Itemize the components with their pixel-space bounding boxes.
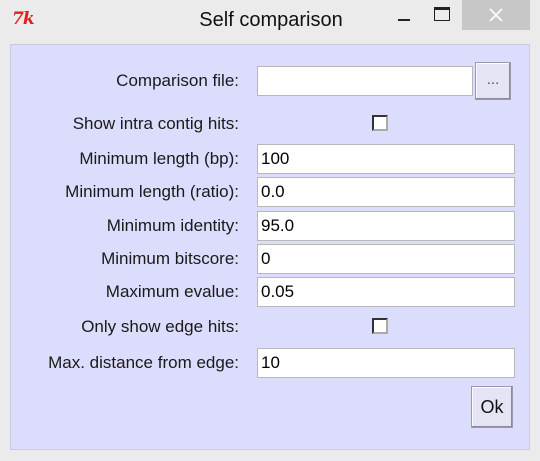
max-distance-edge-field[interactable] — [257, 348, 515, 378]
comparison-file-input[interactable] — [257, 66, 473, 96]
min-length-ratio-field[interactable] — [257, 177, 515, 207]
min-length-ratio-label: Minimum length (ratio): — [65, 182, 239, 201]
min-identity-label: Minimum identity: — [106, 216, 239, 235]
form-panel: Comparison file: ... Show intra contig h… — [10, 44, 530, 450]
comparison-file-label: Comparison file: — [116, 71, 239, 90]
min-length-bp-label: Minimum length (bp): — [79, 149, 239, 168]
only-edge-hits-checkbox[interactable] — [372, 318, 388, 334]
max-distance-edge-label: Max. distance from edge: — [48, 353, 239, 372]
max-evalue-label: Maximum evalue: — [105, 282, 239, 301]
self-comparison-window: 7k Self comparison Comparison file: ... … — [0, 0, 540, 461]
browse-button[interactable]: ... — [475, 62, 511, 100]
min-bitscore-field[interactable] — [257, 244, 515, 274]
minimize-button[interactable] — [382, 0, 426, 30]
min-bitscore-label: Minimum bitscore: — [101, 249, 239, 268]
max-evalue-field[interactable] — [257, 277, 515, 307]
maximize-button[interactable] — [426, 0, 462, 30]
only-edge-hits-label: Only show edge hits: — [81, 317, 239, 336]
ok-button[interactable]: Ok — [471, 386, 513, 428]
title-bar[interactable]: 7k Self comparison — [0, 0, 540, 40]
show-intra-contig-hits-checkbox[interactable] — [372, 115, 388, 131]
close-button[interactable] — [462, 0, 530, 30]
show-intra-contig-hits-label: Show intra contig hits: — [72, 114, 239, 133]
min-identity-field[interactable] — [257, 211, 515, 241]
close-icon — [489, 8, 503, 22]
min-length-bp-field[interactable] — [257, 144, 515, 174]
